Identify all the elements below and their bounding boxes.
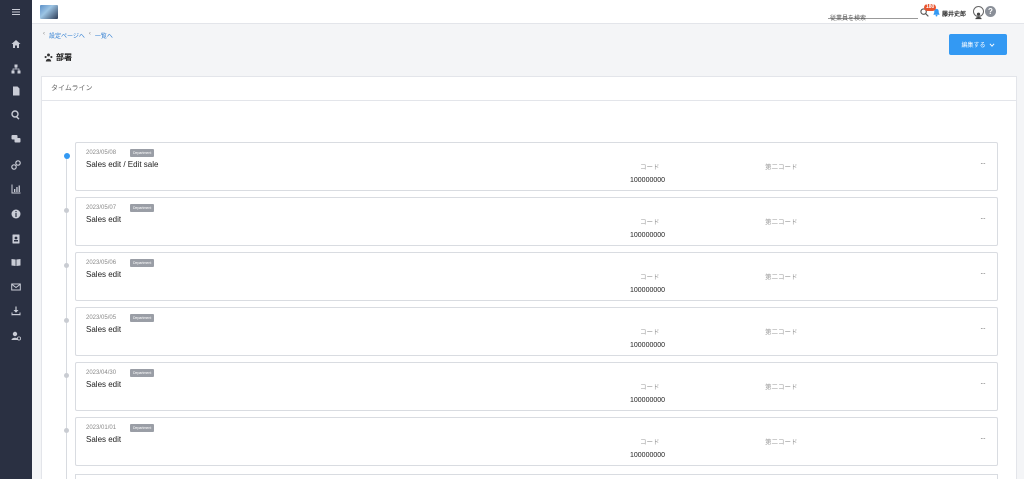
timeline-card: 2023/01/01 Department Sales edit コード 1000000… [75, 417, 998, 466]
help-button[interactable]: ? [985, 6, 996, 17]
timeline-dot [63, 153, 70, 159]
timeline-dot [64, 428, 69, 433]
more-options-icon[interactable]: ··· [980, 214, 986, 223]
department-tag: Department [130, 424, 155, 432]
chart-icon[interactable] [0, 180, 32, 198]
timeline-dot [64, 318, 69, 323]
link-icon[interactable] [0, 156, 32, 174]
code-label: コード [640, 329, 660, 336]
timeline-card: 2023/04/30 Department Sales edit コード 1000000… [75, 362, 998, 411]
department-icon [44, 53, 53, 62]
chevron-down-icon [989, 43, 994, 47]
code-value: 100000000 [630, 452, 666, 459]
code-label: コード [640, 274, 660, 281]
department-tag: Department [130, 149, 155, 157]
card-title: Sales edit [86, 215, 122, 224]
card-title: Sales edit [86, 325, 122, 334]
menu-icon[interactable] [0, 3, 32, 21]
department-tag: Department [130, 369, 155, 377]
code-label: コード [640, 164, 660, 171]
timeline-dot [64, 373, 69, 378]
code-value: 100000000 [630, 287, 666, 294]
second-code-label: 第二コード [765, 274, 798, 281]
search-icon[interactable] [0, 106, 32, 124]
page-title-text: 部署 [56, 53, 72, 62]
second-code-label: 第二コード [765, 329, 798, 336]
more-options-icon[interactable]: ··· [980, 269, 986, 278]
avatar[interactable] [973, 6, 984, 20]
code-value: 100000000 [630, 397, 666, 404]
company-logo[interactable] [40, 5, 58, 19]
home-icon[interactable] [0, 35, 32, 53]
card-date: 2023/05/06 [86, 260, 117, 266]
card-date: 2023/01/01 [86, 425, 117, 431]
download-icon[interactable] [0, 302, 32, 320]
card-date: 2023/05/05 [86, 315, 117, 321]
code-label: コード [640, 384, 660, 391]
user-avatar-icon [975, 12, 982, 20]
timeline-card [75, 474, 998, 479]
code-label: コード [640, 439, 660, 446]
timeline-dot [64, 208, 69, 213]
card-title: Sales edit / Edit sale [86, 160, 159, 169]
edit-button-label: 編集する [961, 43, 986, 49]
code-value: 100000000 [630, 342, 666, 349]
contact-book-icon[interactable] [0, 230, 32, 248]
card-title: Sales edit [86, 380, 122, 389]
info-icon[interactable] [0, 205, 32, 223]
department-tag: Department [130, 314, 155, 322]
breadcrumb-settings-link[interactable]: 設定ページへ [49, 31, 85, 40]
card-date: 2023/05/07 [86, 205, 117, 211]
more-options-icon[interactable]: ··· [980, 324, 986, 333]
panel-header: タイムライン [42, 77, 1016, 101]
chevron-left-icon: ‹ [88, 31, 91, 37]
notification-badge: 180 [924, 4, 937, 11]
document-icon[interactable] [0, 82, 32, 100]
edit-button[interactable]: 編集する [949, 34, 1007, 55]
employee-search-box[interactable] [828, 7, 918, 24]
department-tag: Department [130, 259, 155, 267]
department-tag: Department [130, 204, 155, 212]
more-options-icon[interactable]: ··· [980, 159, 986, 168]
timeline-card: 2023/05/05 Department Sales edit コード 1000000… [75, 307, 998, 356]
chat-icon[interactable] [0, 130, 32, 148]
breadcrumb-list-link[interactable]: 一覧へ [95, 31, 113, 40]
second-code-label: 第二コード [765, 439, 798, 446]
breadcrumb: ‹ 設定ページへ ‹ 一覧へ [43, 31, 113, 40]
timeline-card: 2023/05/06 Department Sales edit コード 1000000… [75, 252, 998, 301]
card-title: Sales edit [86, 435, 122, 444]
code-value: 100000000 [630, 232, 666, 239]
second-code-label: 第二コード [765, 219, 798, 226]
more-options-icon[interactable]: ··· [980, 434, 986, 443]
employee-search-input[interactable] [828, 14, 908, 24]
user-settings-icon[interactable] [0, 327, 32, 345]
book-icon[interactable] [0, 253, 32, 271]
mail-icon[interactable] [0, 278, 32, 296]
second-code-label: 第二コード [765, 164, 798, 171]
card-date: 2023/04/30 [86, 370, 117, 376]
timeline-card: 2023/05/07 Department Sales edit コード 1000000… [75, 197, 998, 246]
page-title: 部署 [44, 52, 72, 63]
org-chart-icon[interactable] [0, 60, 32, 78]
code-value: 100000000 [630, 177, 666, 184]
timeline-dot [64, 263, 69, 268]
chevron-left-icon: ‹ [43, 31, 45, 37]
code-label: コード [640, 219, 660, 226]
sidebar [0, 0, 32, 479]
more-options-icon[interactable]: ··· [980, 379, 986, 388]
card-title: Sales edit [86, 270, 122, 279]
timeline-card: 2023/05/08 Department Sales edit / Edit sa… [75, 142, 998, 191]
username-label[interactable]: 藤井史郎 [942, 9, 966, 18]
card-date: 2023/05/08 [86, 150, 117, 156]
second-code-label: 第二コード [765, 384, 798, 391]
